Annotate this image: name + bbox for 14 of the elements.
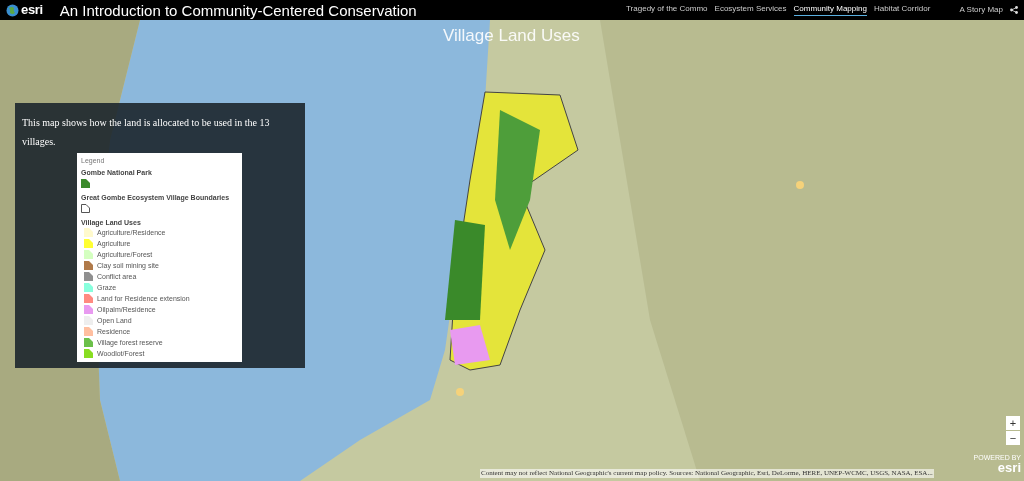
esri-logo: esri [21,1,43,20]
map-title: Village Land Uses [443,27,580,44]
share-icon[interactable] [1010,6,1018,14]
zoom-in-button[interactable]: + [1006,416,1020,430]
nav-tab[interactable]: Community Mapping [793,4,867,16]
nav-tab[interactable]: Habitat Corridor [873,4,931,16]
story-map-label: A Story Map [959,4,1003,16]
zoom-out-button[interactable]: − [1006,431,1020,445]
page-title: An Introduction to Community-Centered Conservation [59,2,417,18]
esri-logo: esri [997,461,1021,474]
globe-icon [6,3,19,17]
nav-tab[interactable]: Tragedy of the Commo [626,4,708,16]
nav-tab[interactable]: Ecosystem Services [714,4,787,16]
panel-text: This map shows how the land is allocated to be used in the 13 villages. [22,116,271,149]
